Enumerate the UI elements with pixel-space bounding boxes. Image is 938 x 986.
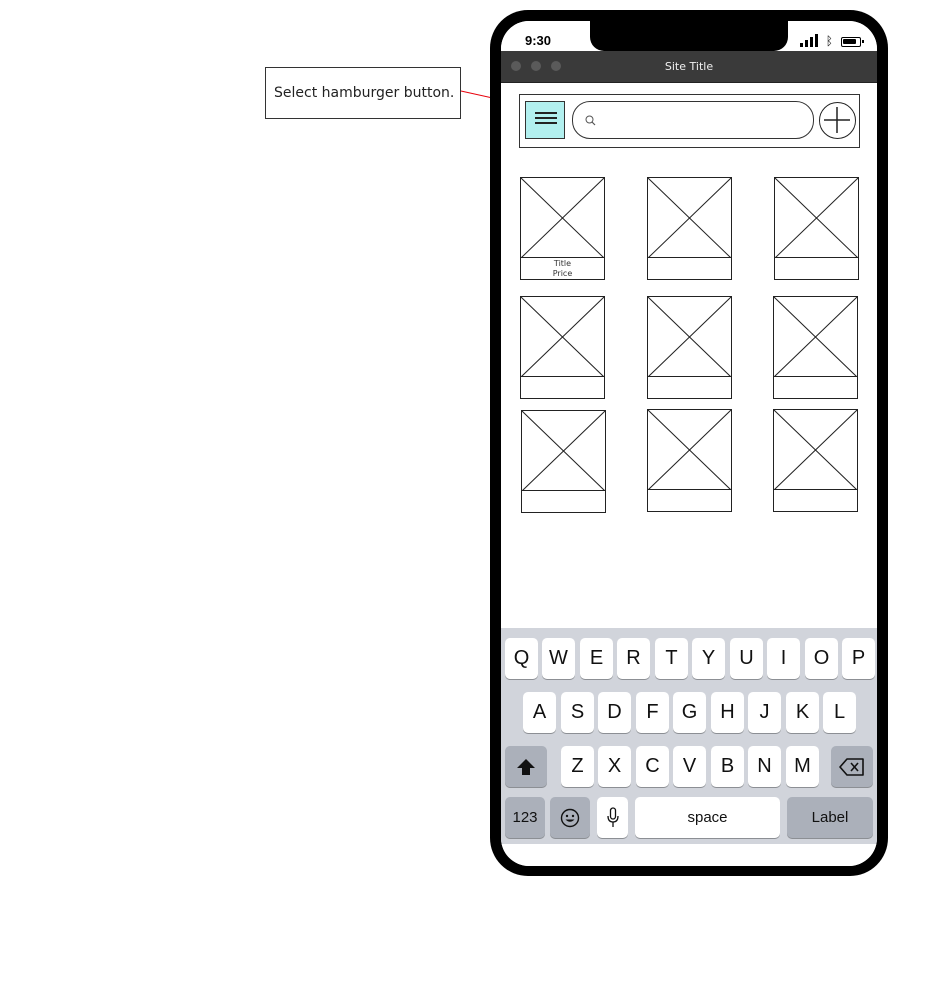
- image-placeholder-icon: [521, 297, 604, 377]
- key-z[interactable]: Z: [561, 746, 594, 787]
- key-d[interactable]: D: [598, 692, 631, 733]
- microphone-icon: [606, 807, 619, 827]
- key-k[interactable]: K: [786, 692, 819, 733]
- hamburger-button[interactable]: [525, 101, 565, 139]
- add-button[interactable]: [819, 102, 856, 139]
- status-time: 9:30: [525, 33, 552, 48]
- image-placeholder-icon: [774, 410, 857, 490]
- key-q[interactable]: Q: [505, 638, 538, 679]
- image-placeholder-icon: [522, 411, 605, 491]
- image-placeholder-icon: [648, 297, 731, 377]
- return-key[interactable]: Label: [787, 797, 873, 838]
- key-v[interactable]: V: [673, 746, 706, 787]
- search-icon: [585, 115, 596, 126]
- search-input[interactable]: [601, 108, 801, 132]
- bluetooth-icon: ᛒ: [825, 34, 833, 48]
- card-price: Price: [552, 269, 573, 278]
- space-key[interactable]: space: [635, 797, 780, 838]
- product-card[interactable]: Title Price: [520, 177, 605, 280]
- annotation-callout: Select hamburger button.: [265, 67, 461, 119]
- card-caption: [648, 259, 731, 279]
- key-b[interactable]: B: [711, 746, 744, 787]
- card-caption: [774, 491, 857, 511]
- key-m[interactable]: M: [786, 746, 819, 787]
- shift-icon: [517, 759, 535, 775]
- delete-key[interactable]: [831, 746, 873, 787]
- key-x[interactable]: X: [598, 746, 631, 787]
- key-o[interactable]: O: [805, 638, 838, 679]
- key-u[interactable]: U: [730, 638, 763, 679]
- key-i[interactable]: I: [767, 638, 800, 679]
- card-caption: [774, 378, 857, 398]
- product-card[interactable]: [647, 409, 732, 512]
- home-indicator-area: [501, 844, 877, 866]
- card-caption: Title Price: [521, 259, 604, 279]
- site-title: Site Title: [664, 60, 714, 73]
- microphone-key[interactable]: [597, 797, 628, 838]
- signal-icon: [799, 34, 818, 47]
- image-placeholder-icon: [774, 297, 857, 377]
- status-bar: 9:30 ᛒ: [501, 21, 877, 51]
- emoji-key[interactable]: [550, 797, 590, 838]
- key-e[interactable]: E: [580, 638, 613, 679]
- key-c[interactable]: C: [636, 746, 669, 787]
- product-card[interactable]: [773, 409, 858, 512]
- product-card[interactable]: [647, 177, 732, 280]
- card-caption: [775, 259, 858, 279]
- key-a[interactable]: A: [523, 692, 556, 733]
- key-l[interactable]: L: [823, 692, 856, 733]
- image-placeholder-icon: [521, 178, 604, 258]
- key-s[interactable]: S: [561, 692, 594, 733]
- card-caption: [522, 492, 605, 512]
- product-card[interactable]: [773, 296, 858, 399]
- annotation-callout-text: Select hamburger button.: [274, 85, 455, 101]
- numbers-key[interactable]: 123: [505, 797, 545, 838]
- key-r[interactable]: R: [617, 638, 650, 679]
- key-y[interactable]: Y: [692, 638, 725, 679]
- hamburger-icon: [535, 112, 557, 114]
- key-w[interactable]: W: [542, 638, 575, 679]
- product-card[interactable]: [520, 296, 605, 399]
- phone-frame: 9:30 ᛒ Site Title Title Price Q W E R T …: [490, 10, 888, 876]
- card-caption: [648, 491, 731, 511]
- card-caption: [648, 378, 731, 398]
- key-t[interactable]: T: [655, 638, 688, 679]
- key-g[interactable]: G: [673, 692, 706, 733]
- key-h[interactable]: H: [711, 692, 744, 733]
- on-screen-keyboard: Q W E R T Y U I O P A S D F G H J K L Z …: [501, 628, 877, 844]
- key-n[interactable]: N: [748, 746, 781, 787]
- product-card[interactable]: [521, 410, 606, 513]
- search-bar[interactable]: [572, 101, 814, 139]
- card-caption: [521, 378, 604, 398]
- phone-screen: 9:30 ᛒ Site Title Title Price Q W E R T …: [501, 21, 877, 866]
- plus-circle-icon: [824, 107, 850, 133]
- shift-key[interactable]: [505, 746, 547, 787]
- product-card[interactable]: [774, 177, 859, 280]
- delete-icon: [839, 758, 864, 776]
- status-icons: ᛒ: [799, 33, 864, 48]
- key-f[interactable]: F: [636, 692, 669, 733]
- emoji-icon: [560, 808, 580, 828]
- image-placeholder-icon: [648, 410, 731, 490]
- key-j[interactable]: J: [748, 692, 781, 733]
- key-p[interactable]: P: [842, 638, 875, 679]
- phone-notch: [590, 21, 788, 51]
- image-placeholder-icon: [648, 178, 731, 258]
- browser-title-bar: Site Title: [501, 51, 877, 83]
- image-placeholder-icon: [775, 178, 858, 258]
- header-toolbar: [519, 94, 860, 148]
- battery-icon: [841, 37, 864, 47]
- product-card[interactable]: [647, 296, 732, 399]
- card-title: Title: [553, 259, 572, 268]
